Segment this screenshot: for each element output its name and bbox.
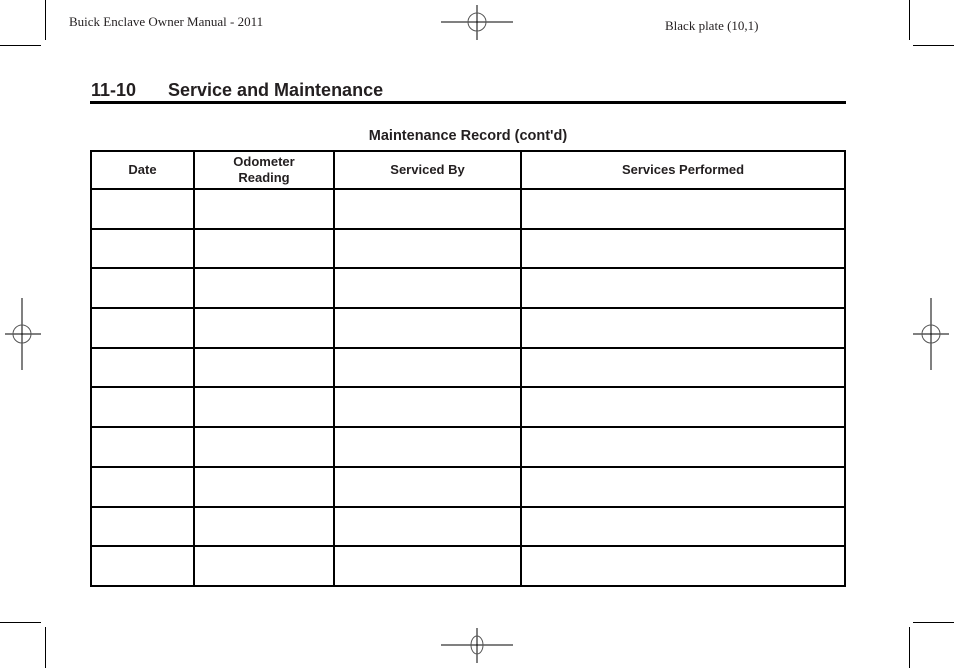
- cell-services-performed[interactable]: [520, 545, 846, 587]
- cell-date[interactable]: [90, 386, 195, 429]
- cell-odometer[interactable]: [193, 267, 335, 310]
- table-row: [90, 188, 846, 230]
- cell-date[interactable]: [90, 267, 195, 310]
- crop-mark-top-left-vertical: [45, 0, 46, 40]
- section-heading: 11-10 Service and Maintenance: [91, 80, 383, 101]
- crop-mark-top-right-vertical: [909, 0, 910, 40]
- cell-date[interactable]: [90, 505, 195, 548]
- table-row: [90, 545, 846, 587]
- column-header-odometer: Odometer Reading: [193, 150, 335, 190]
- table-caption: Maintenance Record (cont'd): [368, 128, 568, 144]
- cell-services-performed[interactable]: [520, 465, 846, 508]
- cell-services-performed[interactable]: [520, 426, 846, 468]
- cell-date[interactable]: [90, 426, 195, 468]
- crop-mark-top-right-horizontal: [913, 45, 954, 46]
- cell-odometer[interactable]: [193, 426, 335, 468]
- cell-odometer[interactable]: [193, 465, 335, 508]
- column-header-date: Date: [90, 150, 195, 190]
- cell-odometer[interactable]: [193, 346, 335, 389]
- cell-services-performed[interactable]: [520, 505, 846, 548]
- table-row: [90, 267, 846, 310]
- cell-date[interactable]: [90, 346, 195, 389]
- cell-odometer[interactable]: [193, 505, 335, 548]
- crop-mark-bottom-left-horizontal: [0, 622, 41, 623]
- cell-serviced-by[interactable]: [333, 307, 522, 349]
- table-row: [90, 307, 846, 349]
- column-header-services-performed: Services Performed: [520, 150, 846, 190]
- section-title: Service and Maintenance: [168, 80, 384, 100]
- table-row: [90, 465, 846, 508]
- cell-serviced-by[interactable]: [333, 188, 522, 230]
- registration-crosshair-icon: [441, 628, 513, 663]
- cell-services-performed[interactable]: [520, 346, 846, 389]
- manual-title: Buick Enclave Owner Manual - 2011: [69, 14, 264, 29]
- cell-date[interactable]: [90, 188, 195, 230]
- cell-date[interactable]: [90, 227, 195, 270]
- cell-serviced-by[interactable]: [333, 545, 522, 587]
- heading-rule: [90, 101, 846, 104]
- table-header-row: Date Odometer Reading Serviced By Servic…: [90, 150, 846, 190]
- cell-services-performed[interactable]: [520, 188, 846, 230]
- cell-odometer[interactable]: [193, 386, 335, 429]
- cell-services-performed[interactable]: [520, 386, 846, 429]
- crop-mark-top-left-horizontal: [0, 45, 41, 46]
- crop-mark-bottom-right-vertical: [909, 627, 910, 668]
- crop-mark-bottom-left-vertical: [45, 627, 46, 668]
- cell-serviced-by[interactable]: [333, 465, 522, 508]
- column-header-odometer-label: Odometer Reading: [233, 154, 295, 185]
- section-number: 11-10: [91, 80, 137, 100]
- cell-serviced-by[interactable]: [333, 386, 522, 429]
- cell-odometer[interactable]: [193, 188, 335, 230]
- cell-odometer[interactable]: [193, 227, 335, 270]
- cell-serviced-by[interactable]: [333, 505, 522, 548]
- registration-crosshair-icon: [441, 5, 513, 40]
- cell-date[interactable]: [90, 465, 195, 508]
- cell-services-performed[interactable]: [520, 267, 846, 310]
- cell-serviced-by[interactable]: [333, 426, 522, 468]
- cell-odometer[interactable]: [193, 545, 335, 587]
- registration-crosshair-icon: [5, 298, 41, 370]
- cell-odometer[interactable]: [193, 307, 335, 349]
- table-row: [90, 505, 846, 548]
- crop-mark-bottom-right-horizontal: [913, 622, 954, 623]
- table-row: [90, 227, 846, 270]
- cell-serviced-by[interactable]: [333, 227, 522, 270]
- table-row: [90, 426, 846, 468]
- maintenance-record-table: Date Odometer Reading Serviced By Servic…: [90, 150, 846, 587]
- cell-date[interactable]: [90, 545, 195, 587]
- cell-serviced-by[interactable]: [333, 267, 522, 310]
- cell-serviced-by[interactable]: [333, 346, 522, 389]
- plate-label: Black plate (10,1): [665, 18, 759, 33]
- table-row: [90, 386, 846, 429]
- table-row: [90, 346, 846, 389]
- column-header-serviced-by: Serviced By: [333, 150, 522, 190]
- registration-crosshair-icon: [913, 298, 949, 370]
- cell-services-performed[interactable]: [520, 307, 846, 349]
- cell-date[interactable]: [90, 307, 195, 349]
- cell-services-performed[interactable]: [520, 227, 846, 270]
